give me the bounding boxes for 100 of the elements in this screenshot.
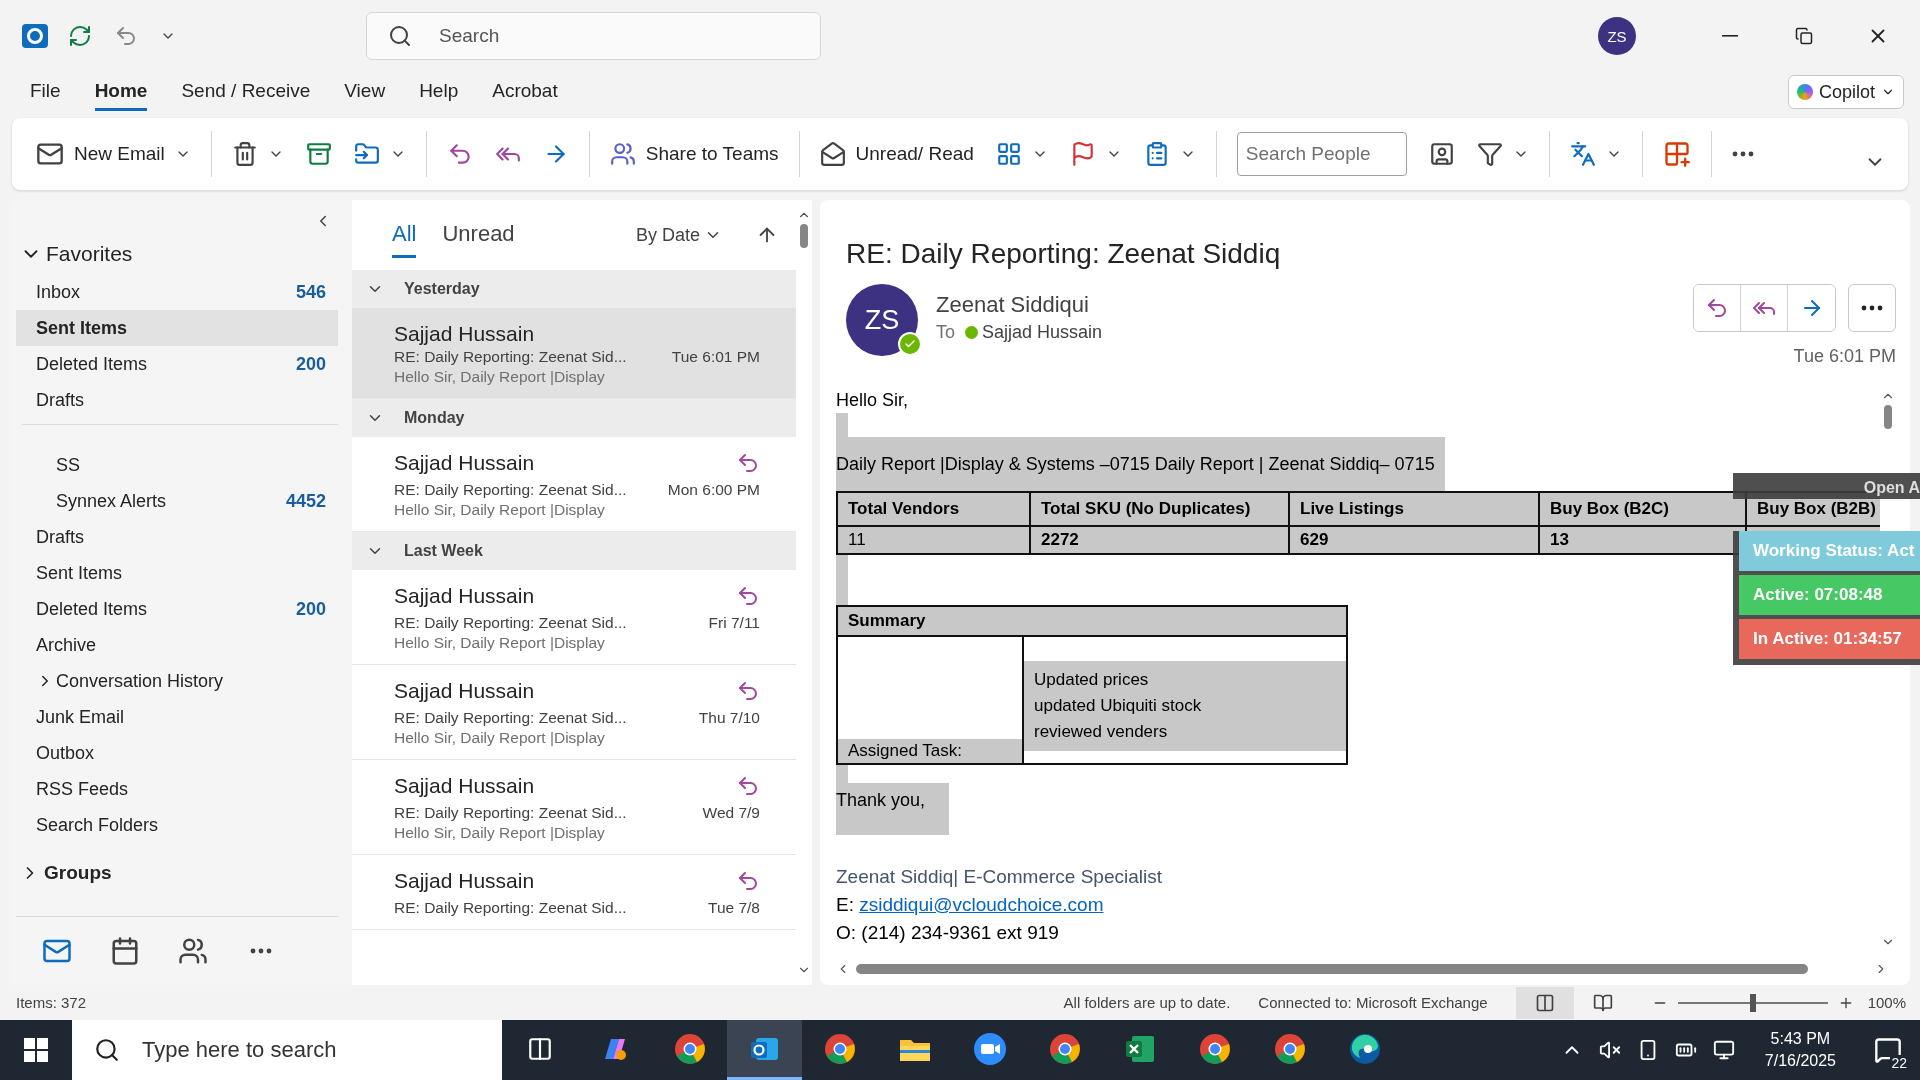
new-email-button[interactable]: New Email [28, 130, 199, 178]
restore-icon [1795, 27, 1813, 45]
message-subject: RE: Daily Reporting: Zeenat Sid... [394, 709, 628, 727]
summary-header: Summary [837, 606, 1347, 636]
folder-item[interactable]: Deleted Items 200 [16, 591, 338, 627]
message-sender: Sajjad Hussain [394, 679, 536, 704]
folder-name: Deleted Items [36, 353, 148, 375]
user-avatar[interactable]: ZS [1598, 17, 1636, 55]
unread-count: 4452 [285, 490, 326, 512]
highlight-bar [836, 765, 848, 783]
folder-item[interactable]: SS [16, 447, 338, 483]
menu-tab[interactable]: Send / Receive [181, 73, 311, 111]
folder-item[interactable]: RSS Feeds [16, 771, 338, 807]
folder-item[interactable]: Inbox 546 [16, 274, 338, 310]
network-icon[interactable] [1712, 1039, 1735, 1061]
search-people-field[interactable]: Search People [1236, 132, 1407, 176]
folder-item[interactable]: Synnex Alerts 4452 [16, 483, 338, 519]
closing-text: Thank you, [836, 783, 950, 835]
status-item: In Active: 01:34:57 [1739, 619, 1920, 659]
filter-tab[interactable]: All [392, 212, 417, 258]
folder-name: SS [56, 454, 80, 476]
chrome-icon [822, 1031, 857, 1066]
folder-item[interactable]: Junk Email [16, 699, 338, 735]
folder-item[interactable]: Sent Items [16, 310, 338, 346]
column-header: Total Vendors [837, 492, 1030, 526]
folder-name: Synnex Alerts [56, 490, 167, 512]
scrollbar-thumb[interactable] [800, 224, 808, 248]
folder-item[interactable]: Drafts [16, 382, 338, 418]
folder-item[interactable]: Sent Items [16, 555, 338, 591]
share-to-teams-button[interactable]: Share to Teams [601, 130, 787, 178]
calendar-icon [110, 936, 140, 966]
folder-item[interactable]: Deleted Items 200 [16, 346, 338, 382]
clock[interactable]: 5:43 PM 7/16/2025 [1764, 1028, 1836, 1072]
more-actions-button[interactable] [1848, 284, 1896, 332]
folder-name: Junk Email [36, 706, 125, 728]
notification-count: 22 [1890, 1055, 1908, 1071]
highlight-bar [836, 555, 848, 605]
folder-item[interactable]: Drafts [16, 519, 338, 555]
date-group-header[interactable]: Yesterday [352, 270, 796, 308]
sort-button[interactable]: By Date [629, 223, 728, 247]
phone-text: O: (214) 234-9361 ext 919 [836, 921, 1060, 945]
teams-icon [609, 141, 636, 167]
copilot-button[interactable]: Copilot [1787, 75, 1904, 109]
folder-name: Sent Items [36, 317, 128, 339]
chrome-icon [672, 1031, 707, 1066]
normal-view-icon [1534, 992, 1555, 1013]
date-group-header[interactable]: Last Week [352, 532, 796, 570]
search-field[interactable]: Search [366, 12, 821, 60]
menu-tab[interactable]: View [344, 73, 386, 111]
menu-tab[interactable]: Help [419, 73, 459, 111]
task-view-icon [526, 1035, 553, 1062]
highlight-bar [836, 413, 848, 437]
unread-count: 200 [295, 598, 326, 620]
search-icon [94, 1037, 120, 1063]
folder-item[interactable]: Archive [16, 627, 338, 663]
message-item[interactable]: Sajjad Hussain RE: Daily Reporting: Zeenat Sid... Tue 6:01 PM Hello Sir, Daily Report |Display [352, 308, 796, 399]
message-date: Thu 7/10 [698, 709, 760, 727]
date-group-header[interactable]: Monday [352, 399, 796, 437]
scrollbar-thumb[interactable] [1884, 405, 1892, 429]
zoom-level: 100% [1867, 994, 1906, 1011]
view-button[interactable] [1515, 986, 1574, 1019]
folder-item[interactable]: Outbox [16, 735, 338, 771]
apps-icon [1662, 140, 1691, 168]
email-label: E: [836, 894, 855, 915]
filter-tab[interactable]: Unread [442, 212, 515, 258]
folder-item[interactable]: Search Folders [16, 807, 338, 843]
taskbar-search-field[interactable]: Type here to search [72, 1020, 502, 1080]
message-subject: RE: Daily Reporting: Zeenat Sid... [394, 481, 628, 499]
folder-name: Archive [36, 634, 97, 656]
menu-tab[interactable]: Home [94, 73, 148, 111]
chrome-icon [1047, 1031, 1082, 1066]
menu-tab[interactable]: Acrobat [492, 73, 558, 111]
zoom-thumb[interactable] [1749, 993, 1756, 1012]
mute-icon[interactable] [1598, 1039, 1621, 1061]
scrollbar-thumb[interactable] [856, 964, 1808, 974]
move-icon [353, 141, 380, 167]
groups-header[interactable]: Groups [16, 853, 338, 893]
task-list: Updated prices updated Ubiquiti stock reviewed venders [1024, 661, 1346, 751]
presence-icon [898, 332, 922, 356]
notifications-button[interactable]: 22 [1866, 1025, 1910, 1075]
app-logo-icon [22, 24, 48, 48]
message-preview: Hello Sir, Daily Report |Display [394, 729, 606, 747]
folder-item[interactable]: Conversation History [16, 663, 338, 699]
undo-icon [114, 24, 138, 48]
reply-icon [1705, 296, 1729, 320]
column-header: Total SKU (No Duplicates) [1030, 492, 1289, 526]
favorites-header[interactable]: Favorites [16, 234, 338, 274]
column-header: Live Listings [1289, 492, 1539, 526]
report-title: Daily Report |Display & Systems –0715 Daily Report | Zeenat Siddiq– 0715 [836, 437, 1445, 491]
message-sender: Sajjad Hussain [394, 774, 536, 799]
reply-button[interactable] [1694, 285, 1741, 331]
more-icon [1861, 305, 1883, 311]
message-subject: RE: Daily Reporting: Zeenat Sid... [394, 804, 628, 822]
email-link[interactable]: zsiddiqui@vcloudchoice.com [859, 894, 1104, 915]
unread-read-button[interactable]: Unread/ Read [811, 130, 982, 178]
table-cell: 629 [1289, 526, 1539, 554]
archive-icon [305, 141, 332, 167]
signature-name: Zeenat Siddiq| E-Commerce Specialist [836, 865, 1163, 889]
menu-tab[interactable]: File [30, 73, 61, 111]
copilot-icon [1796, 84, 1813, 100]
